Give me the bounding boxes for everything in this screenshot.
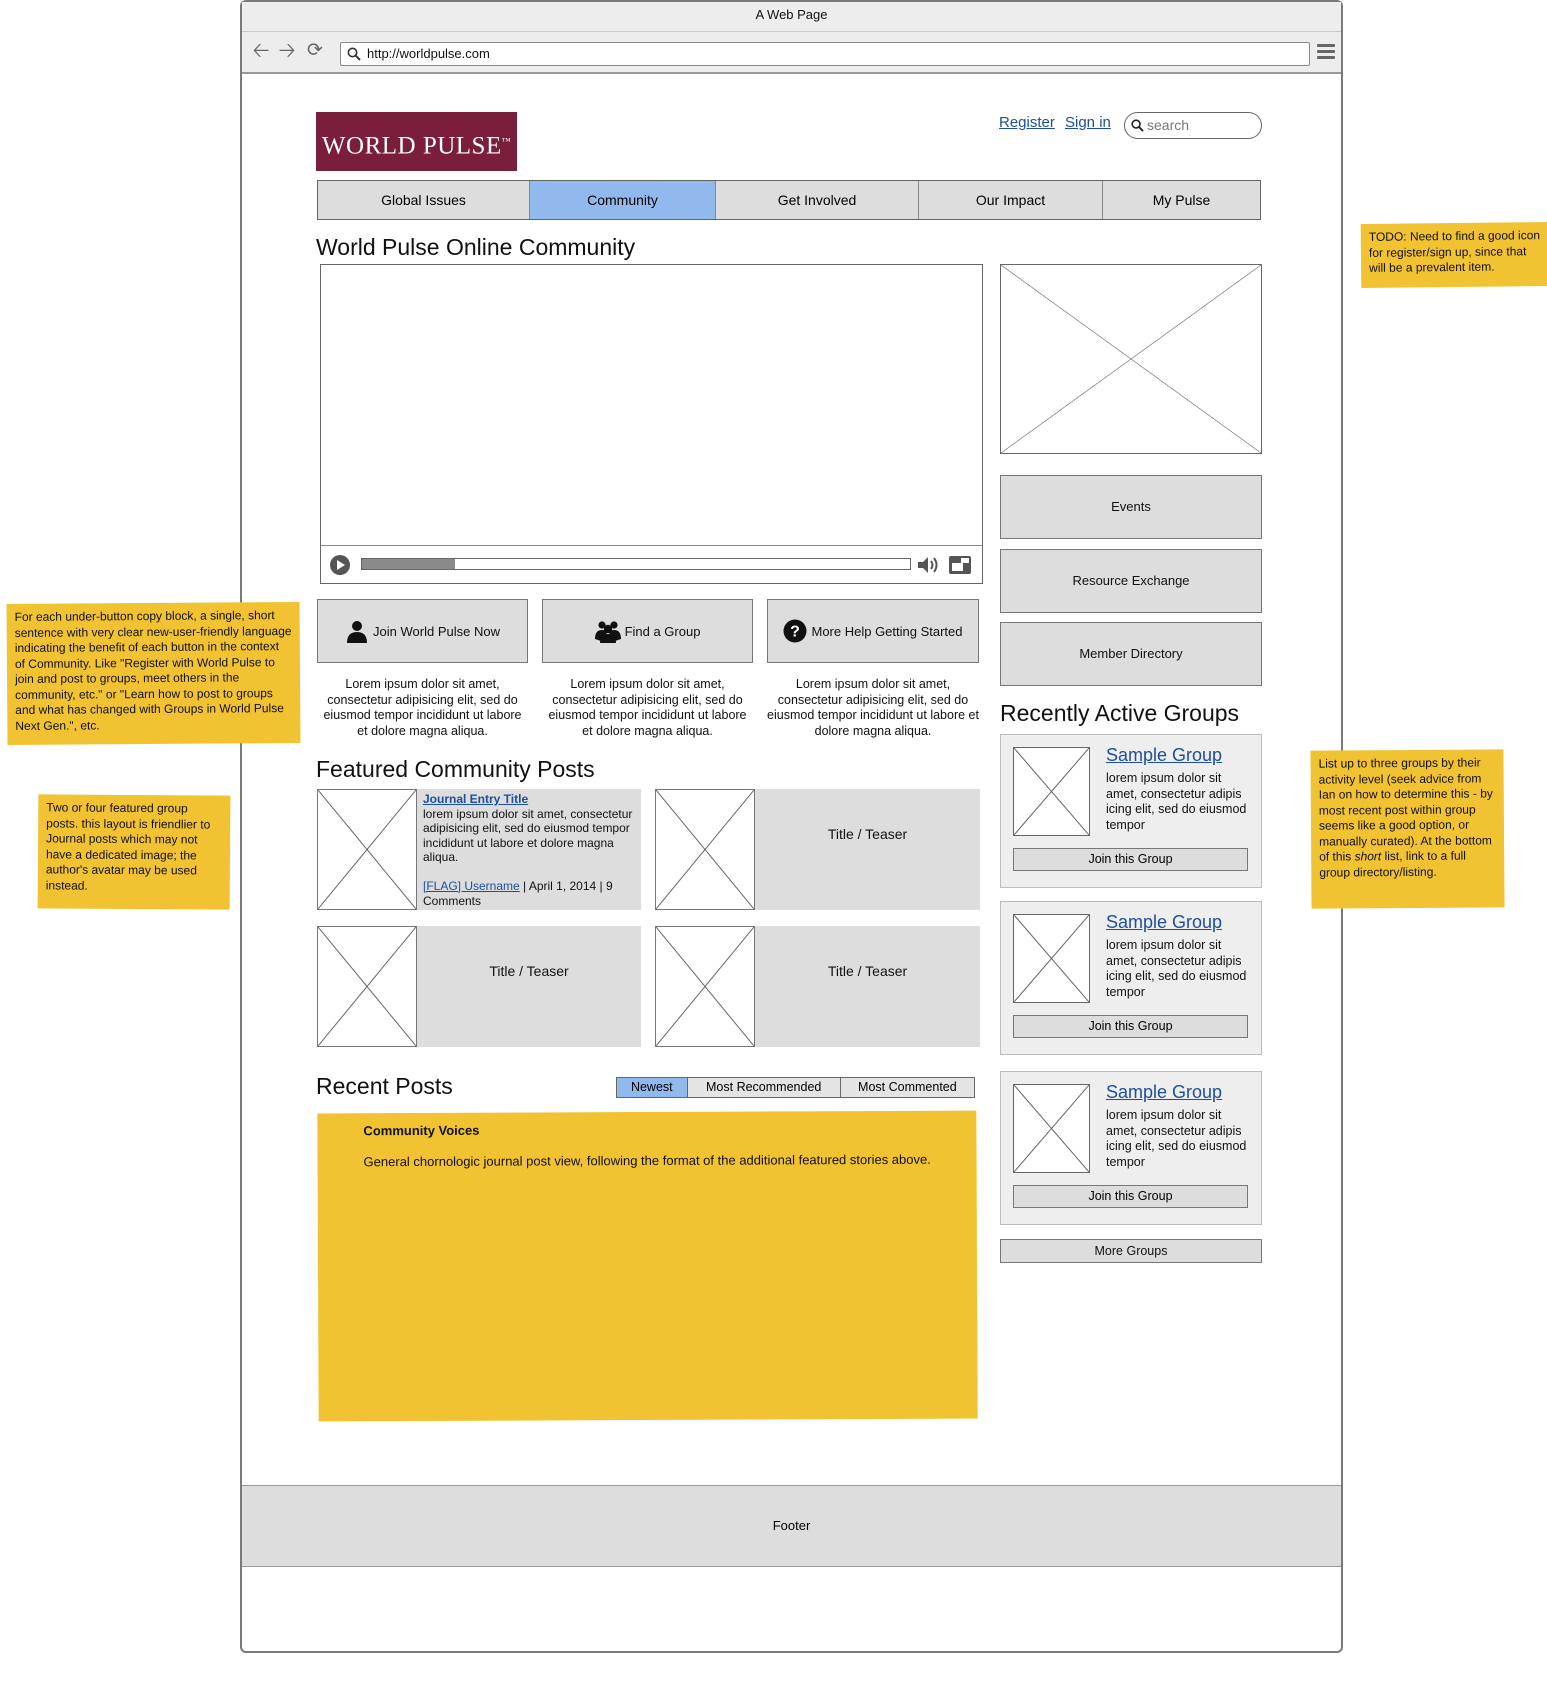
post-teaser: Title / Teaser — [827, 826, 908, 842]
more-groups-button[interactable]: More Groups — [1000, 1239, 1262, 1263]
group-card: Sample Group lorem ipsum dolor sit amet,… — [1000, 1071, 1262, 1225]
sidebar-image-placeholder — [1000, 264, 1262, 454]
featured-post-card[interactable]: Title / Teaser — [655, 926, 980, 1047]
tab-most-recommended[interactable]: Most Recommended — [687, 1078, 841, 1097]
post-thumbnail — [317, 789, 417, 910]
post-teaser: Title / Teaser — [827, 963, 908, 979]
sign-in-link[interactable]: Sign in — [1065, 114, 1111, 131]
post-thumbnail — [655, 789, 755, 910]
play-icon[interactable] — [329, 554, 351, 576]
world-pulse-logo[interactable]: WORLD PULSE™ — [316, 112, 517, 171]
recently-active-groups-title: Recently Active Groups — [1000, 700, 1240, 726]
resource-exchange-button[interactable]: Resource Exchange — [1000, 549, 1262, 613]
featured-post-card[interactable]: Journal Entry Title lorem ipsum dolor si… — [317, 789, 641, 910]
groups-note-emphasis: short — [1354, 849, 1382, 864]
join-group-button[interactable]: Join this Group — [1013, 848, 1248, 871]
post-teaser: Title / Teaser — [489, 963, 569, 979]
journal-entry-title-link[interactable]: Journal Entry Title — [423, 792, 528, 806]
hamburger-menu-icon[interactable] — [1317, 44, 1335, 60]
user-icon — [347, 621, 368, 643]
question-icon: ? — [783, 619, 807, 643]
main-nav: Global Issues Community Get Involved Our… — [317, 180, 1261, 220]
recent-posts-note: Community Voices General chornologic jou… — [317, 1110, 978, 1422]
group-description: lorem ipsum dolor sit amet, consectetur … — [1106, 938, 1247, 999]
member-directory-button[interactable]: Member Directory — [1000, 622, 1262, 686]
join-group-button[interactable]: Join this Group — [1013, 1015, 1248, 1038]
more-help-label: More Help Getting Started — [811, 623, 963, 639]
events-button[interactable]: Events — [1000, 475, 1262, 539]
search-icon — [347, 47, 361, 61]
community-voices-body: General chornologic journal post view, f… — [363, 1151, 931, 1170]
page-title: World Pulse Online Community — [316, 234, 636, 260]
group-description: lorem ipsum dolor sit amet, consectetur … — [1106, 1108, 1247, 1169]
group-thumbnail — [1013, 1084, 1090, 1173]
back-arrow-icon[interactable]: 🡠 — [250, 40, 272, 62]
featured-posts-note: Two or four featured group posts. this l… — [37, 794, 231, 910]
window-title: A Web Page — [242, 2, 1341, 32]
find-a-group-label: Find a Group — [624, 623, 701, 639]
video-controls — [321, 545, 982, 583]
fullscreen-icon[interactable] — [948, 555, 972, 575]
join-blurb: Lorem ipsum dolor sit amet, consectetur … — [323, 677, 522, 738]
register-link[interactable]: Register — [999, 114, 1055, 131]
group-name-link[interactable]: Sample Group — [1106, 912, 1222, 933]
logo-text: WORLD PULSE — [321, 132, 502, 160]
group-thumbnail — [1013, 747, 1090, 836]
video-progress-bar[interactable] — [361, 558, 911, 570]
author-username-link[interactable]: [FLAG] Username — [423, 879, 520, 893]
browser-toolbar: 🡠 🡢 ⟳ http://worldpulse.com — [242, 32, 1341, 74]
group-name-link[interactable]: Sample Group — [1106, 745, 1222, 766]
nav-tab-get-involved[interactable]: Get Involved — [716, 181, 919, 219]
groups-note: List up to three groups by their activit… — [1310, 749, 1505, 909]
featured-post-card[interactable]: Title / Teaser — [317, 926, 641, 1047]
nav-tab-global-issues[interactable]: Global Issues — [318, 181, 530, 219]
community-voices-heading: Community Voices — [363, 1122, 480, 1139]
search-icon — [1131, 119, 1144, 132]
reload-icon[interactable]: ⟳ — [304, 40, 326, 62]
forward-arrow-icon[interactable]: 🡢 — [276, 40, 298, 62]
group-card: Sample Group lorem ipsum dolor sit amet,… — [1000, 901, 1262, 1055]
svg-text:?: ? — [791, 624, 801, 641]
group-thumbnail — [1013, 914, 1090, 1003]
volume-icon[interactable] — [917, 555, 939, 575]
featured-post-card[interactable]: Title / Teaser — [655, 789, 980, 910]
groups-note-text: List up to three groups by their activit… — [1318, 755, 1493, 864]
help-blurb: Lorem ipsum dolor sit amet, consectetur … — [767, 677, 979, 738]
group-description: lorem ipsum dolor sit amet, consectetur … — [1106, 771, 1247, 832]
group-card: Sample Group lorem ipsum dolor sit amet,… — [1000, 734, 1262, 888]
post-thumbnail — [317, 926, 417, 1047]
tab-most-commented[interactable]: Most Commented — [840, 1078, 974, 1097]
search-placeholder: search — [1147, 117, 1190, 133]
nav-tab-community[interactable]: Community — [530, 181, 716, 219]
group-icon — [594, 621, 621, 643]
todo-note: TODO: Need to find a good icon for regis… — [1360, 222, 1547, 288]
post-thumbnail — [655, 926, 755, 1047]
more-help-button[interactable]: ? More Help Getting Started — [767, 599, 979, 663]
recent-posts-title: Recent Posts — [316, 1073, 453, 1099]
journal-entry-body: lorem ipsum dolor sit amet, consectetur … — [423, 806, 633, 865]
find-a-group-button[interactable]: Find a Group — [542, 599, 753, 663]
recent-posts-tabs: Newest Most Recommended Most Commented — [616, 1077, 975, 1098]
join-world-pulse-label: Join World Pulse Now — [373, 623, 500, 639]
tab-newest[interactable]: Newest — [617, 1078, 688, 1097]
page-footer: Footer — [242, 1485, 1341, 1567]
featured-posts-title: Featured Community Posts — [316, 756, 595, 782]
logo-trademark: ™ — [501, 136, 512, 146]
group-name-link[interactable]: Sample Group — [1106, 1082, 1222, 1103]
address-bar[interactable]: http://worldpulse.com — [340, 42, 1310, 66]
nav-tab-my-pulse[interactable]: My Pulse — [1103, 181, 1260, 219]
nav-tab-our-impact[interactable]: Our Impact — [919, 181, 1103, 219]
find-group-blurb: Lorem ipsum dolor sit amet, consectetur … — [548, 677, 747, 738]
url-text: http://worldpulse.com — [367, 46, 490, 61]
site-search-input[interactable]: search — [1124, 112, 1262, 139]
join-group-button[interactable]: Join this Group — [1013, 1185, 1248, 1208]
join-world-pulse-button[interactable]: Join World Pulse Now — [317, 599, 528, 663]
video-player[interactable] — [320, 264, 983, 584]
under-button-note: For each under-button copy block, a sing… — [6, 601, 301, 746]
